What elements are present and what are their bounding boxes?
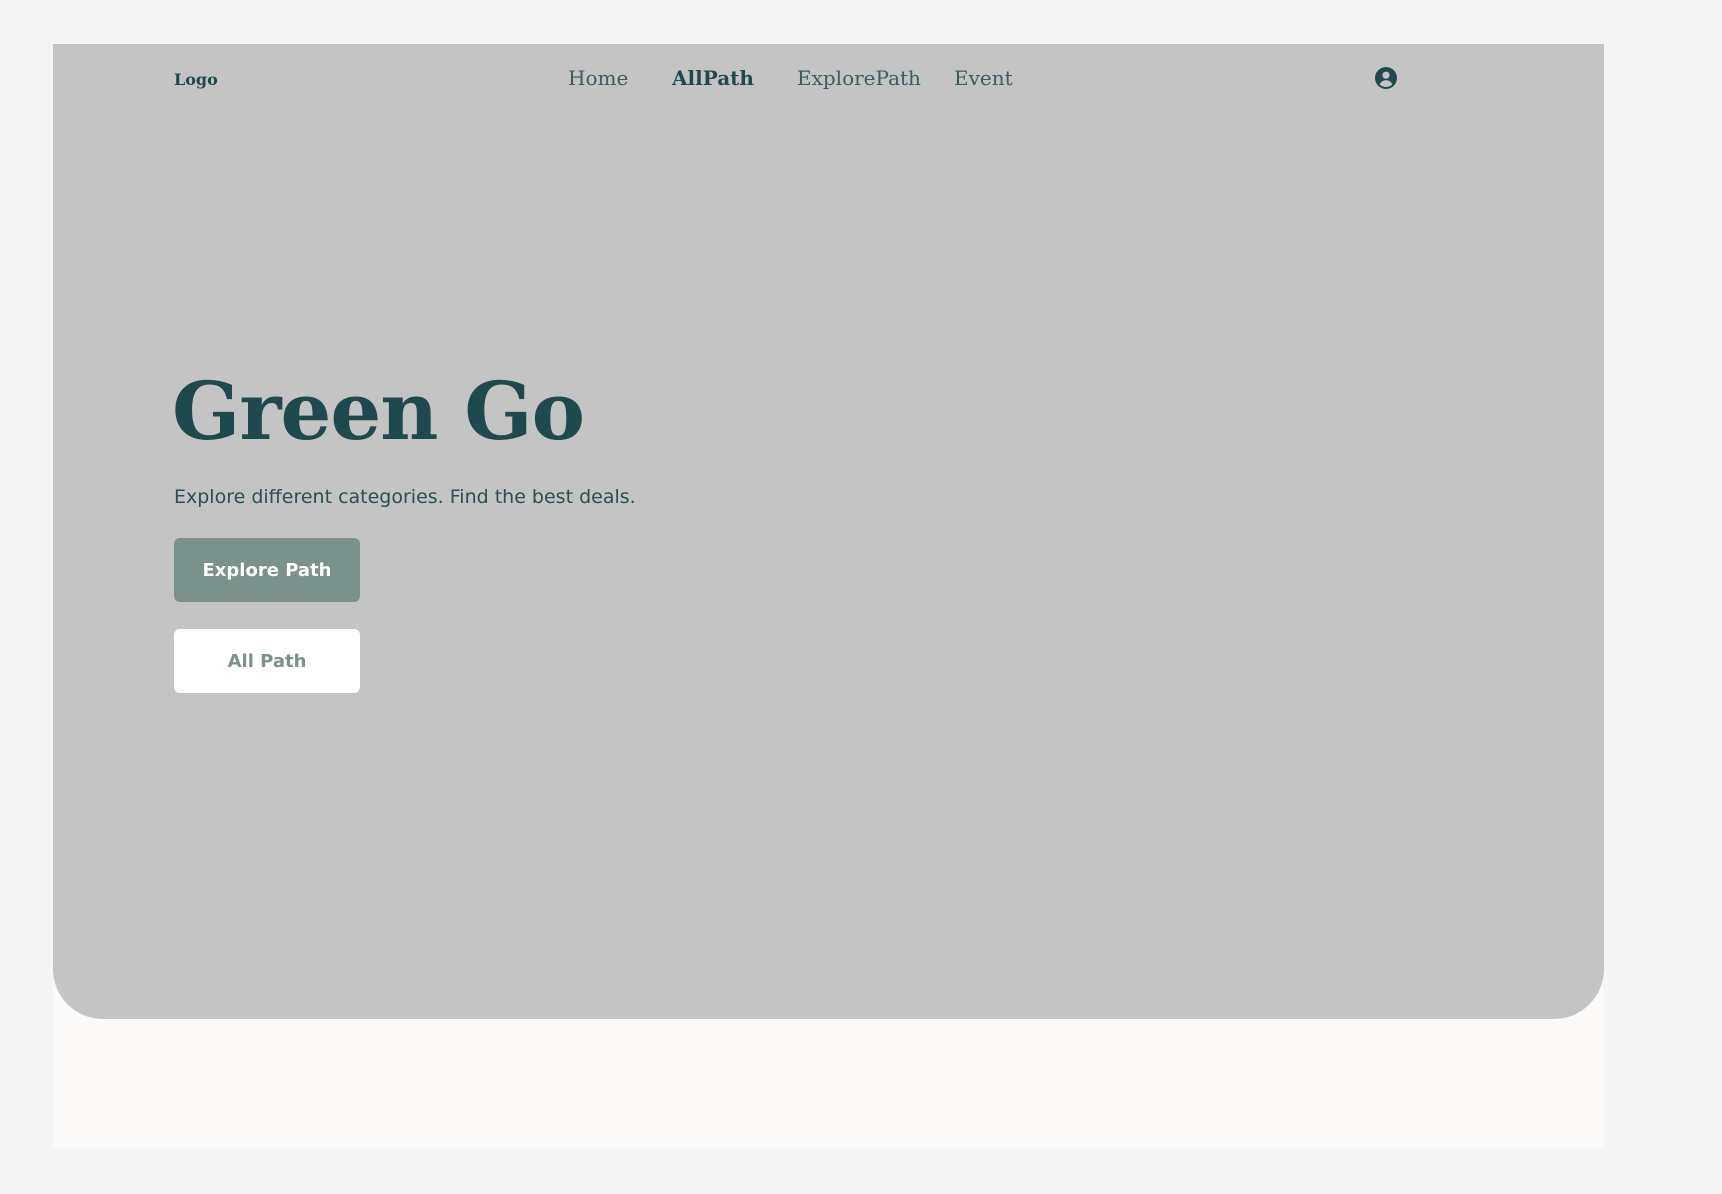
explore-path-button[interactable]: Explore Path <box>174 538 360 602</box>
nav-home[interactable]: Home <box>568 66 628 90</box>
nav-event[interactable]: Event <box>954 66 1013 90</box>
nav-allpath[interactable]: AllPath <box>672 66 754 90</box>
hero-title: Green Go <box>172 364 585 458</box>
logo[interactable]: Logo <box>174 70 218 89</box>
hero-section: Logo Home AllPath ExplorePath Event Gree… <box>53 44 1604 1019</box>
page-container: Logo Home AllPath ExplorePath Event Gree… <box>53 44 1604 1148</box>
user-circle-icon[interactable] <box>1374 66 1398 90</box>
hero-subtitle: Explore different categories. Find the b… <box>174 486 636 508</box>
nav-explorepath[interactable]: ExplorePath <box>797 66 921 90</box>
all-path-button[interactable]: All Path <box>174 629 360 693</box>
